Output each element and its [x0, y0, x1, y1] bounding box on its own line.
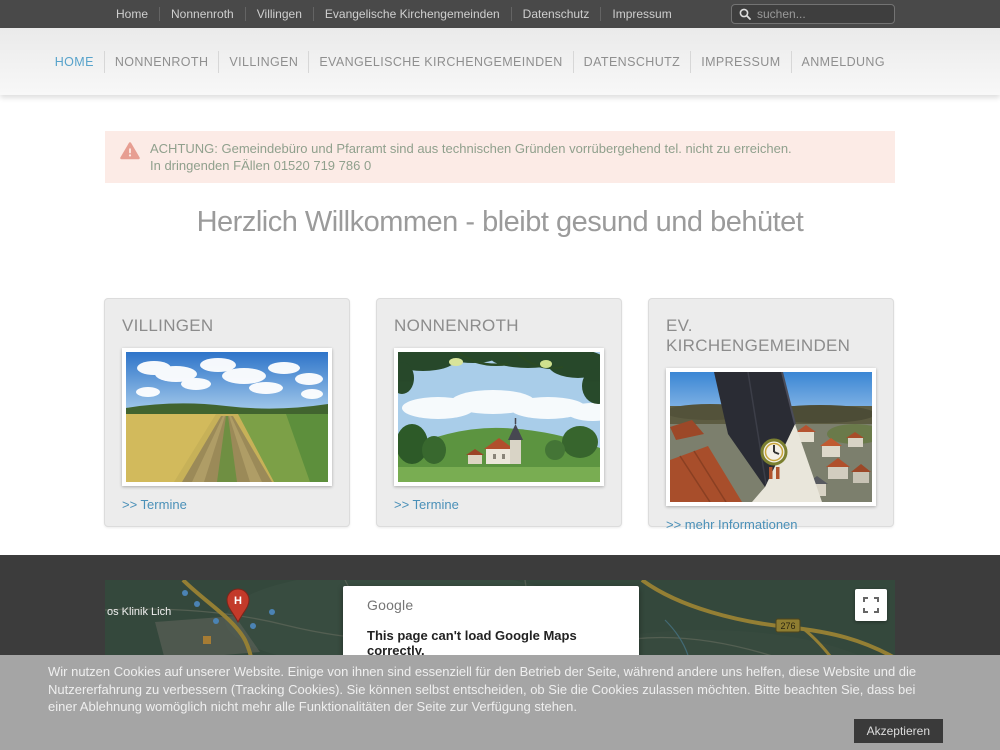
hospital-marker-letter: H [234, 595, 242, 607]
card-title-villingen: VILLINGEN [122, 316, 332, 336]
topbar-item-impressum[interactable]: Impressum [600, 7, 682, 21]
fullscreen-button[interactable] [855, 589, 887, 621]
card-nonnenroth: NONNENROTH [376, 298, 622, 527]
nav-item-datenschutz[interactable]: DATENSCHUTZ [573, 51, 691, 73]
alert-text: ACHTUNG: Gemeindebüro und Pfarramt sind … [150, 140, 792, 174]
kirchengemeinden-photo [666, 368, 876, 506]
kirchengemeinden-info-link[interactable]: >> mehr Informationen [666, 517, 798, 532]
nav-item-anmeldung[interactable]: ANMELDUNG [791, 51, 895, 73]
topbar: Home Nonnenroth Villingen Evangelische K… [0, 0, 1000, 28]
fullscreen-icon [863, 597, 879, 613]
nav-item-home[interactable]: HOME [45, 51, 104, 73]
main-header: HOME NONNENROTH VILLINGEN EVANGELISCHE K… [0, 28, 1000, 95]
card-title-kirchengemeinden: EV. KIRCHENGEMEINDEN [666, 316, 876, 356]
nonnenroth-termine-link[interactable]: >> Termine [394, 497, 459, 512]
nonnenroth-photo [394, 348, 604, 486]
nav-item-kirchengemeinden[interactable]: EVANGELISCHE KIRCHENGEMEINDEN [308, 51, 572, 73]
alert-line2: In dringenden FÄllen 01520 719 786 0 [150, 157, 792, 174]
card-title-nonnenroth: NONNENROTH [394, 316, 604, 336]
villingen-termine-link[interactable]: >> Termine [122, 497, 187, 512]
google-logo: Google [367, 597, 615, 613]
search-input[interactable] [757, 7, 887, 21]
page-root: Home Nonnenroth Villingen Evangelische K… [0, 0, 1000, 750]
maps-error-message: This page can't load Google Maps correct… [367, 628, 615, 658]
nav-item-impressum[interactable]: IMPRESSUM [690, 51, 790, 73]
nav-item-villingen[interactable]: VILLINGEN [218, 51, 308, 73]
card-villingen: VILLINGEN [104, 298, 350, 527]
route-badge: 276 [776, 619, 800, 632]
villingen-photo [122, 348, 332, 486]
topbar-item-datenschutz[interactable]: Datenschutz [511, 7, 601, 21]
cookie-accept-button[interactable]: Akzeptieren [854, 719, 943, 743]
topbar-item-kirchengemeinden[interactable]: Evangelische Kirchengemeinden [313, 7, 511, 21]
alert-banner: ACHTUNG: Gemeindebüro und Pfarramt sind … [105, 131, 895, 183]
search-icon [739, 8, 751, 20]
teaser-cards: VILLINGEN [104, 298, 896, 527]
alert-line1: ACHTUNG: Gemeindebüro und Pfarramt sind … [150, 140, 792, 157]
topbar-item-nonnenroth[interactable]: Nonnenroth [159, 7, 245, 21]
topbar-item-home[interactable]: Home [105, 7, 159, 21]
search-box[interactable] [731, 4, 895, 24]
main-nav: HOME NONNENROTH VILLINGEN EVANGELISCHE K… [45, 28, 895, 95]
topbar-item-villingen[interactable]: Villingen [245, 7, 313, 21]
route-badge-label: 276 [780, 621, 795, 631]
cookie-text: Wir nutzen Cookies auf unserer Website. … [48, 663, 940, 716]
nav-item-nonnenroth[interactable]: NONNENROTH [104, 51, 219, 73]
hospital-label: os Klinik Lich [107, 606, 171, 618]
cookie-banner: Wir nutzen Cookies auf unserer Website. … [0, 655, 1000, 750]
card-kirchengemeinden: EV. KIRCHENGEMEINDEN [648, 298, 894, 527]
topbar-menu: Home Nonnenroth Villingen Evangelische K… [105, 0, 683, 28]
warning-icon [120, 142, 140, 160]
page-title: Herzlich Willkommen - bleibt gesund und … [0, 206, 1000, 239]
